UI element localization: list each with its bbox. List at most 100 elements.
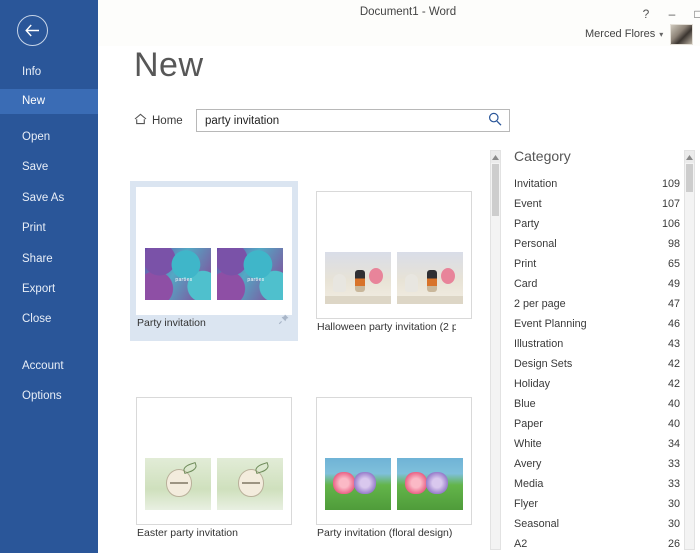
category-label[interactable]: Flyer [514,498,538,510]
category-label[interactable]: Invitation [514,178,557,190]
thumbnail-page [217,458,283,510]
template-thumbnail [316,191,472,319]
category-heading: Category [514,148,571,164]
thumbnail-page [325,252,391,304]
category-item[interactable]: Invitation 109 [514,178,680,198]
category-item[interactable]: Seasonal 30 [514,518,680,538]
category-count: 26 [667,538,680,550]
category-item[interactable]: White 34 [514,438,680,458]
sidebar-item-save[interactable]: Save [0,155,98,180]
category-label[interactable]: Design Sets [514,358,572,370]
search-input[interactable] [205,110,475,131]
category-item[interactable]: Flyer 30 [514,498,680,518]
template-thumbnail [316,397,472,525]
sidebar-item-account[interactable]: Account [0,354,98,379]
category-item[interactable]: Blue 40 [514,398,680,418]
category-count: 43 [667,338,680,350]
template-caption: Party invitation [137,317,206,329]
category-scrollbar[interactable] [684,150,695,550]
word-backstage-new-screen: Info New Open Save Save As Print Share Export Cl… [0,0,700,553]
category-label[interactable]: Paper [514,418,543,430]
category-label[interactable]: Event [514,198,542,210]
sidebar-item-share[interactable]: Share [0,247,98,272]
category-item[interactable]: Paper 40 [514,418,680,438]
title-bar: Document1 - Word ? – □ ✕ Merced Flores ▾ [98,0,700,46]
template-card[interactable]: parties parties Party invitation [130,181,298,341]
template-scrollbar[interactable] [490,150,501,550]
user-name-label[interactable]: Merced Flores [585,28,655,40]
sidebar-item-new[interactable]: New [0,89,98,114]
category-label[interactable]: Media [514,478,543,490]
category-label[interactable]: Seasonal [514,518,559,530]
mini-label: parties [175,277,193,284]
thumbnail-page [325,458,391,510]
thumbnail-pages: parties parties [145,248,283,300]
pin-icon[interactable] [278,312,290,330]
scroll-thumb[interactable] [686,164,693,192]
category-label[interactable]: Event Planning [514,318,587,330]
template-card[interactable]: Easter party invitation [130,391,298,551]
sidebar-item-print[interactable]: Print [0,216,98,241]
template-card[interactable]: Party invitation (floral design) [310,391,478,551]
category-label[interactable]: Avery [514,458,541,470]
sidebar-item-export[interactable]: Export [0,277,98,302]
scroll-up-icon[interactable] [685,151,694,163]
category-count: 65 [667,258,680,270]
category-item[interactable]: 2 per page 47 [514,298,680,318]
category-item[interactable]: Holiday 42 [514,378,680,398]
category-label[interactable]: Party [514,218,539,230]
category-label[interactable]: White [514,438,542,450]
category-item[interactable]: Event 107 [514,198,680,218]
sidebar-item-options[interactable]: Options [0,384,98,409]
category-count: 40 [667,398,680,410]
category-item[interactable]: Design Sets 42 [514,358,680,378]
template-thumbnail [136,397,292,525]
home-link[interactable]: Home [134,112,183,130]
category-label[interactable]: Blue [514,398,536,410]
category-label[interactable]: Print [514,258,536,270]
scroll-thumb[interactable] [492,164,499,216]
category-item[interactable]: Personal 98 [514,238,680,258]
maximize-button[interactable]: □ [687,4,700,24]
category-count: 47 [667,298,680,310]
category-count: 34 [667,438,680,450]
category-label[interactable]: Illustration [514,338,563,350]
category-item[interactable]: A2 26 [514,538,680,553]
sidebar-item-open[interactable]: Open [0,125,98,150]
account-area[interactable]: Merced Flores ▾ [585,23,694,45]
page-title: New [134,46,204,84]
category-label[interactable]: Card [514,278,537,290]
template-card[interactable]: Halloween party invitation (2 per... [310,185,478,345]
category-item[interactable]: Card 49 [514,278,680,298]
sidebar-item-info[interactable]: Info [0,60,98,85]
category-item[interactable]: Event Planning 46 [514,318,680,338]
back-button[interactable] [17,15,48,46]
category-count: 40 [667,418,680,430]
category-item[interactable]: Media 33 [514,478,680,498]
category-item[interactable]: Party 106 [514,218,680,238]
category-count: 49 [667,278,680,290]
search-submit-button[interactable] [485,112,505,130]
category-label[interactable]: A2 [514,538,527,550]
avatar[interactable] [670,23,694,45]
thumbnail-page [397,458,463,510]
home-label[interactable]: Home [152,115,183,127]
chevron-down-icon[interactable]: ▾ [659,30,663,39]
scroll-up-icon[interactable] [491,151,500,163]
category-item[interactable]: Illustration 43 [514,338,680,358]
category-label[interactable]: Personal [514,238,557,250]
category-item[interactable]: Print 65 [514,258,680,278]
sidebar-item-save-as[interactable]: Save As [0,186,98,211]
category-label[interactable]: 2 per page [514,298,566,310]
help-button[interactable]: ? [635,4,657,24]
template-gallery[interactable]: parties parties Party invitation Halloween … [130,148,490,553]
template-caption: Easter party invitation [137,527,238,539]
template-thumbnail: parties parties [136,187,292,315]
category-count: 107 [661,198,680,210]
minimize-button[interactable]: – [661,4,683,24]
category-label[interactable]: Holiday [514,378,550,390]
sidebar-item-close[interactable]: Close [0,307,98,332]
category-count: 33 [667,478,680,490]
category-item[interactable]: Avery 33 [514,458,680,478]
search-box[interactable] [196,109,510,132]
